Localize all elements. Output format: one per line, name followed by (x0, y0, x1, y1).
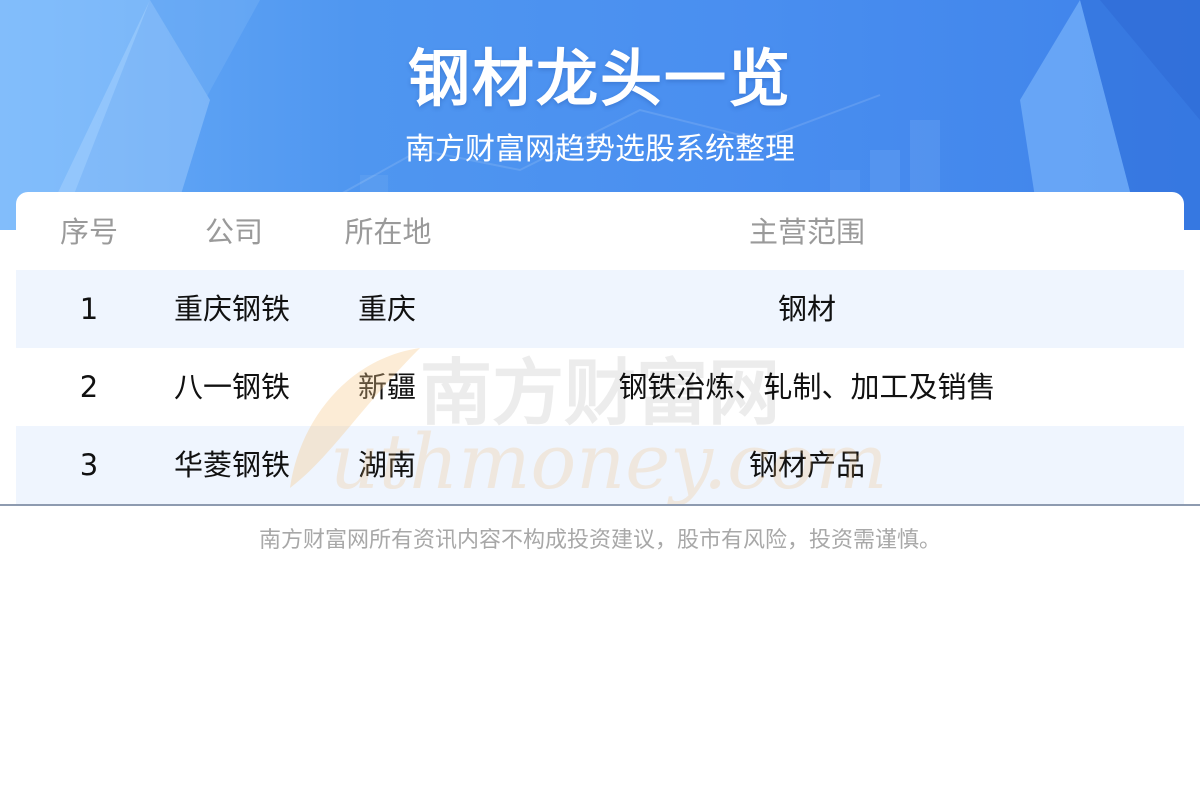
row-index: 2 (79, 370, 99, 404)
column-header-location: 所在地 (344, 215, 432, 249)
page: 钢材龙头一览 南方财富网趋势选股系统整理 序号 公司 所在地 主营范围 1 重庆… (0, 0, 1200, 800)
row-business: 钢铁冶炼、轧制、加工及销售 (618, 370, 996, 404)
row-business: 钢材 (777, 292, 836, 326)
footer-divider (0, 504, 1200, 506)
leader-table: 序号 公司 所在地 主营范围 1 重庆钢铁 重庆 钢材 2 八一钢铁 新疆 钢铁… (16, 192, 1184, 504)
column-header-index: 序号 (59, 215, 118, 249)
row-location: 湖南 (358, 448, 417, 482)
row-index: 1 (79, 292, 99, 326)
disclaimer-text: 南方财富网所有资讯内容不构成投资建议，股市有风险，投资需谨慎。 (258, 528, 941, 553)
row-company: 重庆钢铁 (174, 292, 291, 326)
page-title: 钢材龙头一览 (407, 42, 792, 115)
row-business: 钢材产品 (748, 448, 865, 482)
column-header-business: 主营范围 (748, 215, 865, 249)
row-company: 八一钢铁 (174, 370, 291, 404)
column-header-company: 公司 (204, 215, 263, 249)
row-company: 华菱钢铁 (174, 448, 291, 482)
row-location: 新疆 (358, 370, 417, 404)
table-row: 3 华菱钢铁 湖南 钢材产品 (16, 426, 1184, 504)
row-index: 3 (79, 448, 99, 482)
table-header-row: 序号 公司 所在地 主营范围 (16, 192, 1184, 270)
table-row: 1 重庆钢铁 重庆 钢材 (16, 270, 1184, 348)
row-location: 重庆 (358, 292, 417, 326)
page-subtitle: 南方财富网趋势选股系统整理 (405, 132, 795, 167)
table-row: 2 八一钢铁 新疆 钢铁冶炼、轧制、加工及销售 (16, 348, 1184, 426)
